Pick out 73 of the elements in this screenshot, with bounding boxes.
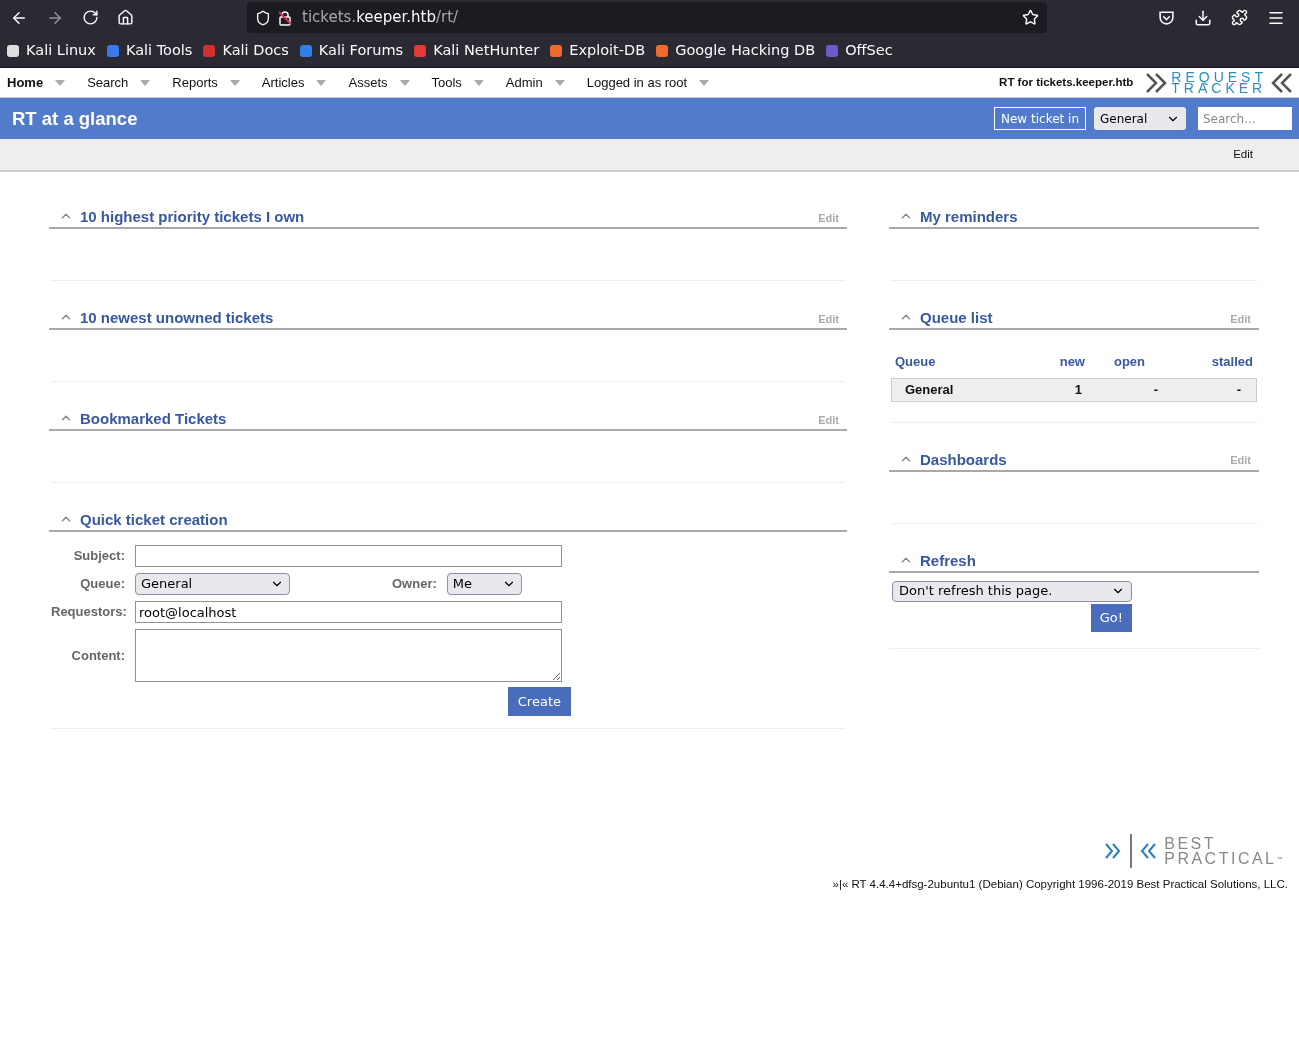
menu-item[interactable]: Admin: [505, 72, 565, 93]
edit-link[interactable]: Edit: [1233, 145, 1253, 164]
bookmark-star-icon[interactable]: [1022, 9, 1039, 26]
caret-icon: [699, 79, 710, 86]
table-cell-text: -: [1152, 380, 1158, 399]
portlet-title[interactable]: My reminders: [920, 207, 1018, 227]
queue-select[interactable]: General: [135, 573, 290, 595]
caret-icon: [316, 79, 327, 86]
column-header[interactable]: Queue: [895, 352, 1025, 372]
page-title: RT at a glance: [12, 106, 138, 131]
bookmark-item[interactable]: Kali Linux: [6, 40, 96, 62]
caret-icon: [140, 79, 151, 86]
table-cell-text: -: [1235, 380, 1242, 399]
portlet-title[interactable]: Queue list: [920, 308, 993, 328]
search-field[interactable]: Search...: [1198, 107, 1292, 130]
column-header[interactable]: new: [1025, 352, 1085, 372]
queue-select[interactable]: General: [1094, 107, 1186, 130]
column-header[interactable]: open: [1085, 352, 1145, 372]
menu-item[interactable]: Logged in as root: [586, 72, 710, 93]
portlet-title[interactable]: 10 newest unowned tickets: [80, 308, 274, 328]
request-tracker-logo[interactable]: REQUEST TRACKER: [1145, 71, 1293, 94]
field-label: Queue:: [79, 575, 126, 594]
home-icon[interactable]: [117, 9, 134, 26]
extensions-icon[interactable]: [1231, 9, 1248, 26]
go-button[interactable]: Go!: [1090, 603, 1132, 632]
table-cell-text: General: [905, 380, 955, 399]
caret-icon: [399, 79, 410, 86]
portlet-title[interactable]: Bookmarked Tickets: [80, 409, 227, 429]
new-ticket-button[interactable]: New ticket in: [994, 107, 1086, 130]
best-practical-logo[interactable]: BEST PRACTICAL$^{™}$: [1104, 834, 1285, 868]
reload-icon[interactable]: [82, 9, 99, 26]
caret-icon: [55, 79, 66, 86]
menu-item[interactable]: Home: [7, 72, 66, 93]
copyright-text: »|« RT 4.4.4+dfsg-2ubuntu1 (Debian) Copyright 1996-2019 Best Practical Solutions, LLC.: [832, 877, 1288, 892]
portlet-title[interactable]: Quick ticket creation: [80, 510, 228, 530]
menu-item[interactable]: Reports: [172, 72, 240, 93]
table-cell-text: 1: [1073, 380, 1082, 399]
menu-item[interactable]: Articles: [261, 72, 327, 93]
site-title: RT for tickets.keeper.htb: [999, 74, 1134, 90]
url-text: tickets.keeper.htb/rt/: [302, 7, 459, 29]
menu-item[interactable]: Search: [87, 72, 151, 93]
bookmark-item[interactable]: Kali Tools: [105, 40, 193, 62]
shield-icon: [255, 9, 271, 26]
requestors-field[interactable]: root@localhost: [135, 601, 562, 623]
field-label: Requestors:: [51, 603, 128, 622]
create-button[interactable]: Create: [507, 687, 571, 716]
bookmark-item[interactable]: Exploit-DB: [549, 40, 646, 62]
bookmark-item[interactable]: Kali Docs: [202, 40, 289, 62]
portlet-title[interactable]: 10 highest priority tickets I own: [80, 207, 305, 227]
menu-item[interactable]: Tools: [431, 72, 484, 93]
caret-icon: [229, 79, 240, 86]
address-bar[interactable]: tickets.keeper.htb/rt/: [247, 2, 1047, 33]
portlet-title[interactable]: Dashboards: [920, 449, 1007, 470]
queue-row[interactable]: General 1 - -: [891, 377, 1257, 402]
bookmark-item[interactable]: Kali Forums: [298, 40, 404, 62]
field-label: Owner:: [392, 575, 437, 594]
refresh-select[interactable]: Don't refresh this page.: [892, 580, 1132, 602]
download-icon[interactable]: [1194, 8, 1212, 27]
content-field[interactable]: [135, 629, 562, 682]
subject-field[interactable]: [135, 545, 562, 567]
pocket-icon[interactable]: [1158, 9, 1175, 26]
field-label: Content:: [70, 646, 126, 665]
owner-select[interactable]: Me: [446, 573, 522, 595]
caret-icon: [473, 79, 484, 86]
bookmark-item[interactable]: Google Hacking DB: [655, 40, 816, 62]
field-label: Subject:: [72, 547, 126, 566]
bookmark-item[interactable]: Kali NetHunter: [413, 40, 540, 62]
portlet-title[interactable]: Refresh: [920, 550, 976, 571]
caret-icon: [554, 79, 565, 86]
bookmark-item[interactable]: OffSec: [825, 40, 893, 62]
column-header[interactable]: stalled: [1145, 352, 1253, 372]
insecure-lock-icon: [277, 9, 293, 26]
menu-item[interactable]: Assets: [348, 72, 410, 93]
